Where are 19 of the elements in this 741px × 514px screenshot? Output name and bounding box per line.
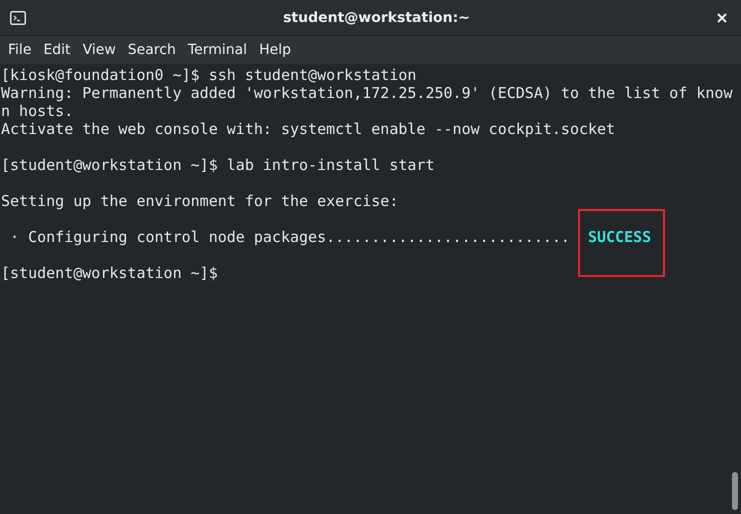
terminal-line: Setting up the environment for the exercise: (0, 192, 400, 210)
close-icon (717, 12, 727, 22)
menu-item[interactable]: File (2, 42, 38, 58)
menu-item[interactable]: Edit (37, 42, 77, 58)
window-title: student@workstation:~ (282, 10, 471, 26)
menu-item[interactable]: View (76, 42, 122, 58)
terminal-icon (10, 10, 26, 24)
menu-item[interactable]: Help (253, 42, 297, 58)
status-text: SUCCESS (588, 228, 652, 246)
terminal-line: [student@workstation ~]$ (0, 264, 219, 282)
terminal-line: Activate the web console with: systemctl enable --now cockpit.socket (0, 120, 616, 138)
menu-item[interactable]: Search (122, 42, 182, 58)
scrollbar-thumb[interactable] (732, 472, 738, 510)
terminal-line: n hosts. (0, 102, 74, 120)
terminal-line: Warning: Permanently added 'workstation,172.25.250.9' (ECDSA) to the list of know (0, 84, 734, 102)
menu-item[interactable]: Terminal (182, 42, 254, 58)
terminal-line: [kiosk@foundation0 ~]$ ssh student@workstation (0, 66, 418, 84)
terminal-line: [student@workstation ~]$ lab intro-install start (0, 156, 436, 174)
terminal-line: · Configuring control node packages........................... (9, 228, 570, 246)
